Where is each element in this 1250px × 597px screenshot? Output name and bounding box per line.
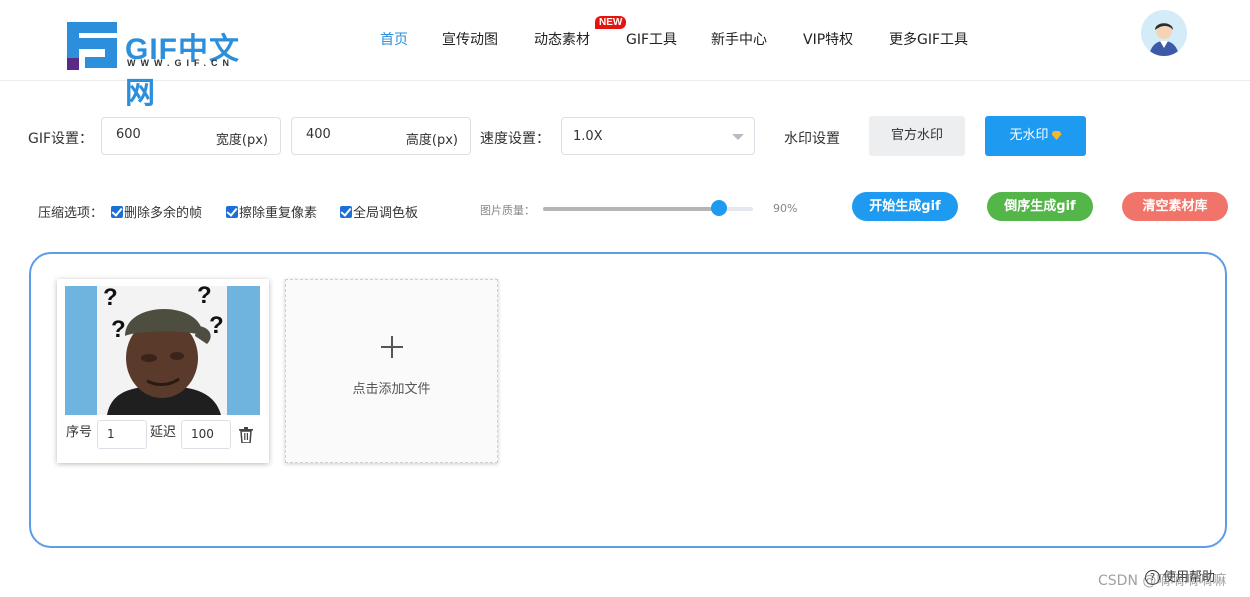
logo-text: GIF中文网 — [125, 33, 240, 110]
csdn-watermark: CSDN @嘀嘀嘀嘀嘛 — [1098, 573, 1227, 589]
nav-animated-assets[interactable]: 动态素材 — [534, 29, 590, 49]
avatar-icon — [1141, 10, 1187, 56]
checkbox-icon[interactable] — [111, 206, 123, 218]
checkbox-remove-frames[interactable]: 删除多余的帧 — [111, 202, 202, 221]
chevron-down-icon — [732, 134, 744, 140]
add-file-label: 点击添加文件 — [352, 382, 431, 397]
width-field[interactable]: 宽度(px) — [101, 117, 281, 155]
nav-gif-tools[interactable]: GIF工具 — [626, 29, 677, 49]
gif-settings-label: GIF设置： — [28, 131, 94, 147]
checkbox-icon[interactable] — [340, 206, 352, 218]
trash-icon[interactable] — [239, 427, 253, 443]
nav-home[interactable]: 首页 — [380, 29, 408, 49]
question-mark-icon: ? — [197, 286, 212, 309]
question-mark-icon: ? — [111, 316, 126, 343]
frame-card[interactable]: ? ? ? ? 序号 1 延迟 100 — [57, 279, 269, 463]
nav-vip[interactable]: VIP特权 — [803, 29, 853, 49]
quality-slider-handle[interactable] — [711, 200, 727, 216]
plus-icon — [381, 336, 403, 358]
diamond-icon — [1051, 131, 1062, 140]
checkbox-label: 全局调色板 — [353, 206, 419, 221]
no-watermark-button[interactable]: 无水印 — [985, 116, 1086, 156]
start-generate-button[interactable]: 开始生成gif — [852, 192, 958, 221]
delay-label: 延迟 — [150, 425, 177, 440]
official-watermark-button[interactable]: 官方水印 — [869, 116, 965, 156]
nav-beginner-center[interactable]: 新手中心 — [711, 29, 767, 49]
compress-label: 压缩选项： — [38, 206, 104, 221]
top-header: GIF中文网 WWW.GIF.CN 首页 宣传动图 动态素材 GIF工具 新手中… — [0, 0, 1250, 110]
checkbox-global-palette[interactable]: 全局调色板 — [340, 202, 418, 221]
height-field[interactable]: 高度(px) — [291, 117, 471, 155]
width-input[interactable] — [116, 127, 196, 142]
site-logo[interactable]: GIF中文网 WWW.GIF.CN — [67, 22, 267, 110]
question-mark-icon: ? — [103, 286, 118, 311]
quality-label: 图片质量： — [480, 204, 535, 217]
logo-subtext: WWW.GIF.CN — [127, 58, 234, 68]
speed-select[interactable]: 1.0X — [561, 117, 755, 155]
checkbox-label: 擦除重复像素 — [239, 206, 318, 221]
order-input[interactable]: 1 — [97, 420, 147, 449]
quality-value: 90% — [773, 202, 798, 215]
checkbox-erase-pixels[interactable]: 擦除重复像素 — [226, 202, 317, 221]
frame-thumbnail: ? ? ? ? — [65, 286, 260, 415]
user-avatar[interactable] — [1141, 10, 1187, 56]
speed-value: 1.0X — [573, 129, 603, 144]
question-mark-icon: ? — [209, 312, 224, 339]
reverse-generate-button[interactable]: 倒序生成gif — [987, 192, 1093, 221]
new-badge: NEW — [595, 16, 627, 29]
watermark-label: 水印设置 — [784, 131, 840, 147]
width-unit: 宽度(px) — [215, 133, 268, 148]
logo-mark-icon — [67, 22, 117, 70]
clear-library-button[interactable]: 清空素材库 — [1122, 192, 1228, 221]
quality-slider-fill — [543, 207, 719, 211]
add-file-button[interactable]: 点击添加文件 — [285, 279, 498, 463]
nav-promo-gifs[interactable]: 宣传动图 — [442, 29, 498, 49]
height-unit: 高度(px) — [405, 133, 458, 148]
checkbox-icon[interactable] — [226, 206, 238, 218]
order-label: 序号 — [66, 425, 93, 440]
height-input[interactable] — [306, 127, 386, 142]
delay-input[interactable]: 100 — [181, 420, 231, 449]
frame-image: ? ? ? ? — [97, 286, 227, 415]
speed-label: 速度设置： — [480, 131, 550, 147]
no-watermark-label: 无水印 — [1009, 128, 1049, 143]
nav-more-gif-tools[interactable]: 更多GIF工具 — [889, 29, 968, 49]
checkbox-label: 删除多余的帧 — [124, 206, 203, 221]
